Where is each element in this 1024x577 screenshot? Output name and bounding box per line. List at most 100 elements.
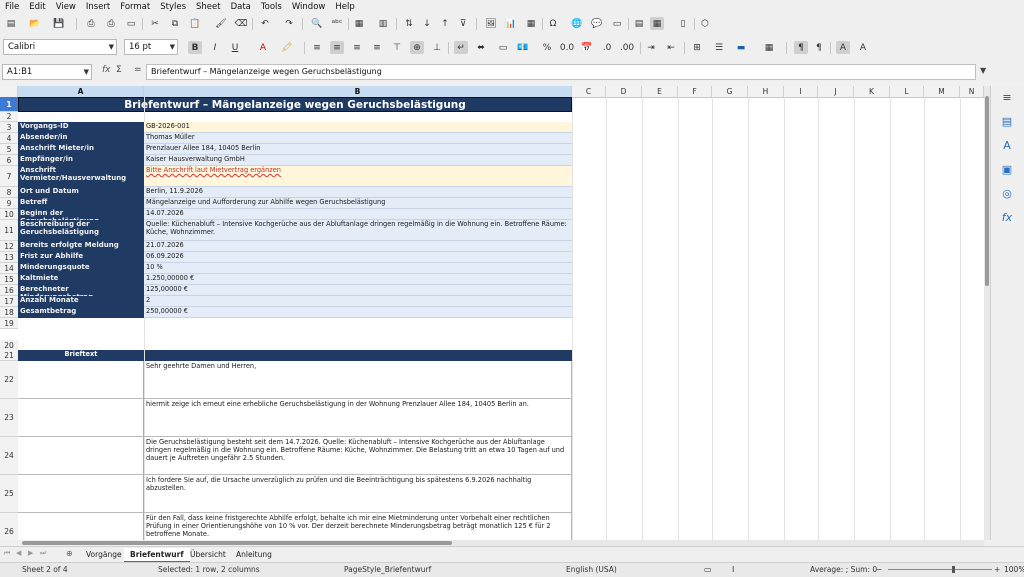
sheet-tab-4[interactable]: Anleitung <box>230 548 278 561</box>
spreadsheet-grid[interactable]: ABCDEFGHIJKLMN Briefentwurf – Mängelanze… <box>0 86 984 540</box>
name-box[interactable]: A1:B1 ▼ <box>2 64 92 80</box>
value-cell[interactable]: 2 <box>144 296 572 307</box>
wrap-text-icon[interactable]: ↵ <box>454 41 468 54</box>
title-cell[interactable]: Briefentwurf – Mängelanzeige wegen Geruc… <box>18 97 572 112</box>
zoom-in-icon[interactable]: + <box>994 563 1000 576</box>
value-cell[interactable]: Berlin, 11.9.2026 <box>144 187 572 198</box>
label-cell[interactable]: Ort und Datum <box>18 187 144 198</box>
zoom-out-icon[interactable]: − <box>876 563 882 576</box>
row-header-2[interactable]: 2 <box>0 112 18 122</box>
row-header-24[interactable]: 24 <box>0 437 18 475</box>
align-center-icon[interactable]: ≡ <box>330 41 344 54</box>
italic-icon[interactable]: I <box>208 41 222 54</box>
letter-text-cell[interactable]: Für den Fall, dass keine fristgerechte A… <box>144 513 572 540</box>
cut-icon[interactable]: ✂ <box>148 17 162 30</box>
increase-indent-icon[interactable]: ⇥ <box>644 41 658 54</box>
language-indicator[interactable]: English (USA) <box>566 563 617 576</box>
zoom-slider[interactable] <box>888 569 992 570</box>
cursor-mode-icon[interactable]: I <box>732 563 734 576</box>
new-document-icon[interactable]: ▤ <box>4 17 18 30</box>
border-color-icon[interactable]: ▬ <box>734 41 748 54</box>
sum-average-info[interactable]: Average: ; Sum: 0 <box>810 563 877 576</box>
tab-nav-first-icon[interactable]: ⏮ <box>4 549 10 558</box>
label-cell[interactable]: Kaltmiete <box>18 274 144 285</box>
letter-label-cell[interactable] <box>18 361 144 399</box>
label-cell[interactable]: Beginn der Geruchsbelästigung <box>18 209 144 220</box>
letter-text-cell[interactable]: hiermit zeige ich erneut eine erhebliche… <box>144 399 572 437</box>
value-cell[interactable]: Bitte Anschrift laut Mietvertrag ergänze… <box>144 166 572 187</box>
zoom-level[interactable]: 100% <box>1004 563 1024 576</box>
value-cell[interactable]: 21.07.2026 <box>144 241 572 252</box>
sort-icon[interactable]: ⇅ <box>402 17 416 30</box>
row-header-14[interactable]: 14 <box>0 263 18 274</box>
row-header-19[interactable]: 19 <box>0 318 18 329</box>
row-header-6[interactable]: 6 <box>0 155 18 166</box>
number-format-icon[interactable]: 0.0 <box>560 41 574 54</box>
menu-styles[interactable]: Styles <box>155 0 191 13</box>
print-icon[interactable]: ⎙ <box>104 17 118 30</box>
value-cell[interactable]: 10 % <box>144 263 572 274</box>
styles-icon[interactable]: A <box>999 138 1015 154</box>
properties-icon[interactable]: ▤ <box>999 114 1015 130</box>
menu-window[interactable]: Window <box>287 0 331 13</box>
align-bottom-icon[interactable]: ⊥ <box>430 41 444 54</box>
sort-descending-icon[interactable]: ↑ <box>438 17 452 30</box>
row-header-17[interactable]: 17 <box>0 296 18 307</box>
redo-icon[interactable]: ↷ <box>282 17 296 30</box>
row-header-13[interactable]: 13 <box>0 252 18 263</box>
open-folder-icon[interactable]: 📂 <box>28 17 42 30</box>
value-cell[interactable]: 06.09.2026 <box>144 252 572 263</box>
column-icon[interactable]: ▥ <box>376 17 390 30</box>
row-header-23[interactable]: 23 <box>0 399 18 437</box>
border-style-icon[interactable]: ☰ <box>712 41 726 54</box>
brieftext-header-fill[interactable] <box>144 350 572 361</box>
text-direction-icon[interactable]: A <box>836 41 850 54</box>
row-icon[interactable]: ▦ <box>352 17 366 30</box>
print-preview-icon[interactable]: ▭ <box>124 17 138 30</box>
row-header-12[interactable]: 12 <box>0 241 18 252</box>
row-header-25[interactable]: 25 <box>0 475 18 513</box>
letter-text-cell[interactable]: Sehr geehrte Damen und Herren, <box>144 361 572 399</box>
label-cell[interactable]: Anschrift Mieter/in <box>18 144 144 155</box>
row-header-11[interactable]: 11 <box>0 220 18 241</box>
clear-formatting-icon[interactable]: ⌫ <box>234 17 248 30</box>
zoom-slider-thumb[interactable] <box>952 566 955 573</box>
hyperlink-icon[interactable]: 🌐 <box>570 17 584 30</box>
value-cell[interactable]: 1.250,00000 € <box>144 274 572 285</box>
undo-icon[interactable]: ↶ <box>258 17 272 30</box>
label-cell[interactable]: Betreff <box>18 198 144 209</box>
menu-edit[interactable]: Edit <box>24 0 50 13</box>
row-header-16[interactable]: 16 <box>0 285 18 296</box>
label-cell[interactable]: Berechneter Minderungsbetrag <box>18 285 144 296</box>
merge-cells-icon[interactable]: ▭ <box>496 41 510 54</box>
center-vertically-icon[interactable]: ⊕ <box>410 41 424 54</box>
row-header-18[interactable]: 18 <box>0 307 18 318</box>
pivot-table-icon[interactable]: ▦ <box>524 17 538 30</box>
vertical-text-icon[interactable]: A <box>856 41 870 54</box>
copy-icon[interactable]: ⧉ <box>168 17 182 30</box>
split-window-icon[interactable]: ▯ <box>676 17 690 30</box>
freeze-rows-columns-icon[interactable]: ▦ <box>650 17 664 30</box>
left-to-right-icon[interactable]: ¶ <box>794 41 808 54</box>
headers-footers-icon[interactable]: ▭ <box>610 17 624 30</box>
value-cell[interactable]: Mängelanzeige und Aufforderung zur Abhil… <box>144 198 572 209</box>
decrease-indent-icon[interactable]: ⇤ <box>664 41 678 54</box>
letter-label-cell[interactable] <box>18 513 144 540</box>
autofilter-icon[interactable]: ⊽ <box>456 17 470 30</box>
align-right-icon[interactable]: ≡ <box>350 41 364 54</box>
horizontal-scrollbar-thumb[interactable] <box>22 541 452 545</box>
page-style[interactable]: PageStyle_Briefentwurf <box>344 563 431 576</box>
brieftext-header[interactable]: Brieftext <box>18 350 144 361</box>
tab-nav-prev-icon[interactable]: ◀ <box>16 549 21 557</box>
row-header-3[interactable]: 3 <box>0 122 18 133</box>
special-character-icon[interactable]: Ω <box>546 17 560 30</box>
value-cell[interactable]: GB-2026-001 <box>144 122 572 133</box>
add-sheet-icon[interactable]: ⊕ <box>66 549 73 558</box>
formula-equals-icon[interactable]: = <box>134 65 142 75</box>
row-header-26[interactable]: 26 <box>0 513 18 540</box>
menu-insert[interactable]: Insert <box>81 0 115 13</box>
label-cell[interactable]: Vorgangs-ID <box>18 122 144 133</box>
row-header-21[interactable]: 21 <box>0 350 18 361</box>
tab-nav-next-icon[interactable]: ▶ <box>28 549 33 557</box>
gallery-icon[interactable]: ▣ <box>999 162 1015 178</box>
